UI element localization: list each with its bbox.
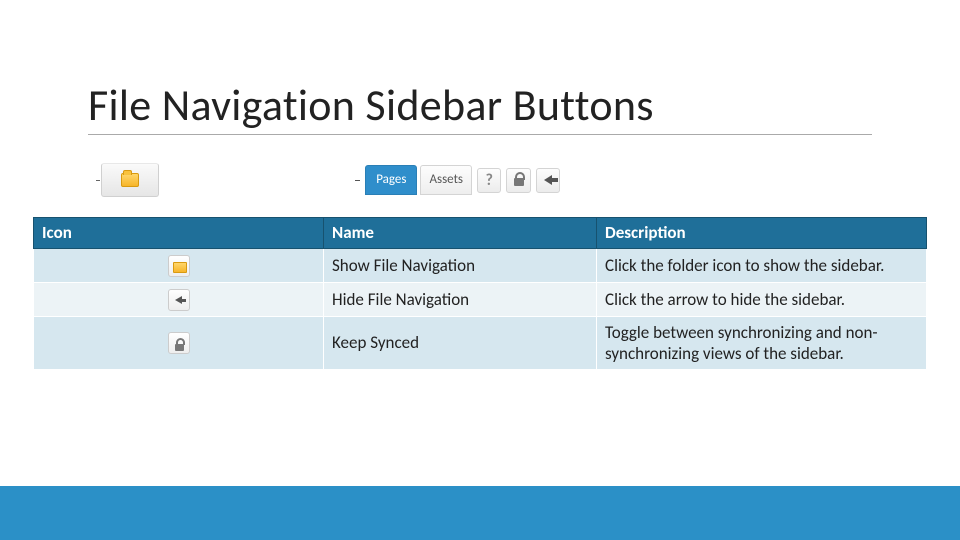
arrow-left-icon [544, 175, 552, 185]
folder-button [101, 163, 159, 197]
arrow-left-icon [168, 289, 190, 311]
page-title: File Navigation Sidebar Buttons [88, 78, 654, 132]
title-underline [88, 134, 872, 135]
lock-button [506, 168, 530, 193]
row-desc: Click the arrow to hide the sidebar. [597, 282, 927, 316]
question-icon: ? [485, 171, 492, 190]
row-name: Hide File Navigation [324, 282, 597, 316]
row-name: Keep Synced [324, 316, 597, 369]
tab-assets: Assets [420, 165, 472, 195]
folder-icon [121, 173, 139, 187]
icon-reference-table: Icon Name Description Show File Navigati… [33, 217, 927, 370]
folder-icon [168, 255, 190, 277]
lock-icon [514, 178, 524, 186]
back-button [536, 168, 560, 193]
row-desc: Click the folder icon to show the sideba… [597, 249, 927, 283]
slide: File Navigation Sidebar Buttons Pages As… [0, 0, 960, 540]
row-name: Show File Navigation [324, 249, 597, 283]
dash-icon [355, 180, 360, 181]
footer-accent-bar [0, 486, 960, 540]
table-row: Hide File Navigation Click the arrow to … [34, 282, 927, 316]
table-row: Show File Navigation Click the folder ic… [34, 249, 927, 283]
col-header-icon: Icon [34, 218, 324, 249]
toolbar-illustration: Pages Assets ? [90, 158, 560, 202]
tab-pages: Pages [365, 165, 417, 195]
row-desc: Toggle between synchronizing and non-syn… [597, 316, 927, 369]
dash-icon [96, 180, 100, 181]
col-header-desc: Description [597, 218, 927, 249]
table-row: Keep Synced Toggle between synchronizing… [34, 316, 927, 369]
lock-icon [168, 332, 190, 354]
col-header-name: Name [324, 218, 597, 249]
help-button: ? [477, 168, 501, 193]
